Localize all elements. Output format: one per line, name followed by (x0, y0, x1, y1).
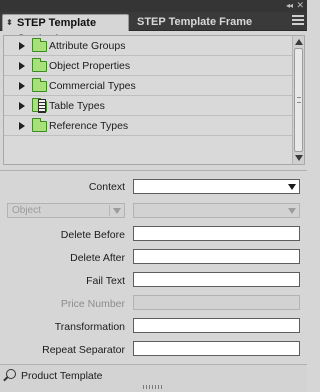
template-tree: Attribute Groups Object Properties Comme… (3, 35, 305, 165)
expand-triangle-icon[interactable] (19, 62, 25, 70)
panel-menu-icon[interactable] (292, 15, 304, 26)
footer-label: Product Template (21, 370, 103, 382)
object-select: Object (7, 203, 125, 218)
context-select[interactable] (133, 179, 300, 194)
chevron-down-icon (288, 208, 296, 214)
close-panel-icon[interactable]: ✕ (296, 1, 303, 10)
divider (0, 170, 307, 171)
context-label: Context (88, 181, 125, 193)
select-divider (109, 205, 110, 216)
transformation-input[interactable] (133, 318, 300, 333)
tree-item-attribute-groups[interactable]: Attribute Groups (4, 36, 292, 56)
tree-item-label: Reference Types (49, 120, 129, 132)
tree-item-label: Attribute Groups (49, 40, 126, 52)
tree-item-object-properties[interactable]: Object Properties (4, 56, 292, 76)
tab-label: STEP Template Frame (137, 16, 253, 28)
object-value-select (133, 203, 300, 218)
fail-text-input[interactable] (133, 272, 300, 287)
tab-step-template-frame[interactable]: STEP Template Frame (131, 14, 258, 31)
expand-triangle-icon[interactable] (19, 102, 25, 110)
panel-footer: Product Template (0, 364, 307, 392)
resize-grip-icon[interactable] (143, 385, 163, 389)
sort-arrows-icon: ⬍ (6, 18, 13, 27)
table-folder-icon (32, 98, 47, 113)
tree-item-label: Table Types (49, 100, 105, 112)
chevron-down-icon (113, 208, 121, 214)
expand-triangle-icon[interactable] (19, 42, 25, 50)
chevron-down-icon (288, 184, 296, 190)
folder-icon (32, 58, 47, 72)
scroll-down-icon[interactable] (295, 155, 303, 161)
folder-icon (32, 78, 47, 92)
folder-icon (32, 118, 47, 132)
tree-scrollbar[interactable] (292, 36, 304, 164)
transformation-label: Transformation (54, 321, 125, 333)
repeat-separator-input[interactable] (133, 341, 300, 356)
tree-item-label: Object Properties (49, 60, 131, 72)
magnifier-icon[interactable] (6, 369, 16, 379)
price-number-label: Price Number (60, 298, 125, 310)
object-select-value: Object (12, 205, 41, 216)
expand-triangle-icon[interactable] (19, 82, 25, 90)
collapse-panel-icon[interactable]: ◂◂ (286, 1, 293, 10)
tree-item-reference-types[interactable]: Reference Types (4, 116, 292, 136)
delete-after-label: Delete After (70, 252, 125, 264)
scroll-up-icon[interactable] (295, 39, 303, 45)
scrollbar-thumb[interactable] (294, 48, 303, 152)
delete-before-label: Delete Before (60, 229, 125, 241)
grip-icon (297, 97, 301, 103)
price-number-input (133, 295, 300, 310)
panel-titlebar: ◂◂ ✕ (0, 0, 307, 12)
tree-item-label: Commercial Types (49, 80, 136, 92)
folder-icon (32, 38, 47, 52)
tree-item-commercial-types[interactable]: Commercial Types (4, 76, 292, 96)
fail-text-label: Fail Text (86, 275, 125, 287)
tree-item-table-types[interactable]: Table Types (4, 96, 292, 116)
delete-after-input[interactable] (133, 249, 300, 264)
tab-bar: ⬍ STEP Template Content STEP Template Fr… (0, 12, 307, 45)
repeat-separator-label: Repeat Separator (42, 344, 125, 356)
tab-step-template-content[interactable]: ⬍ STEP Template Content (2, 14, 129, 45)
expand-triangle-icon[interactable] (19, 122, 25, 130)
delete-before-input[interactable] (133, 226, 300, 241)
